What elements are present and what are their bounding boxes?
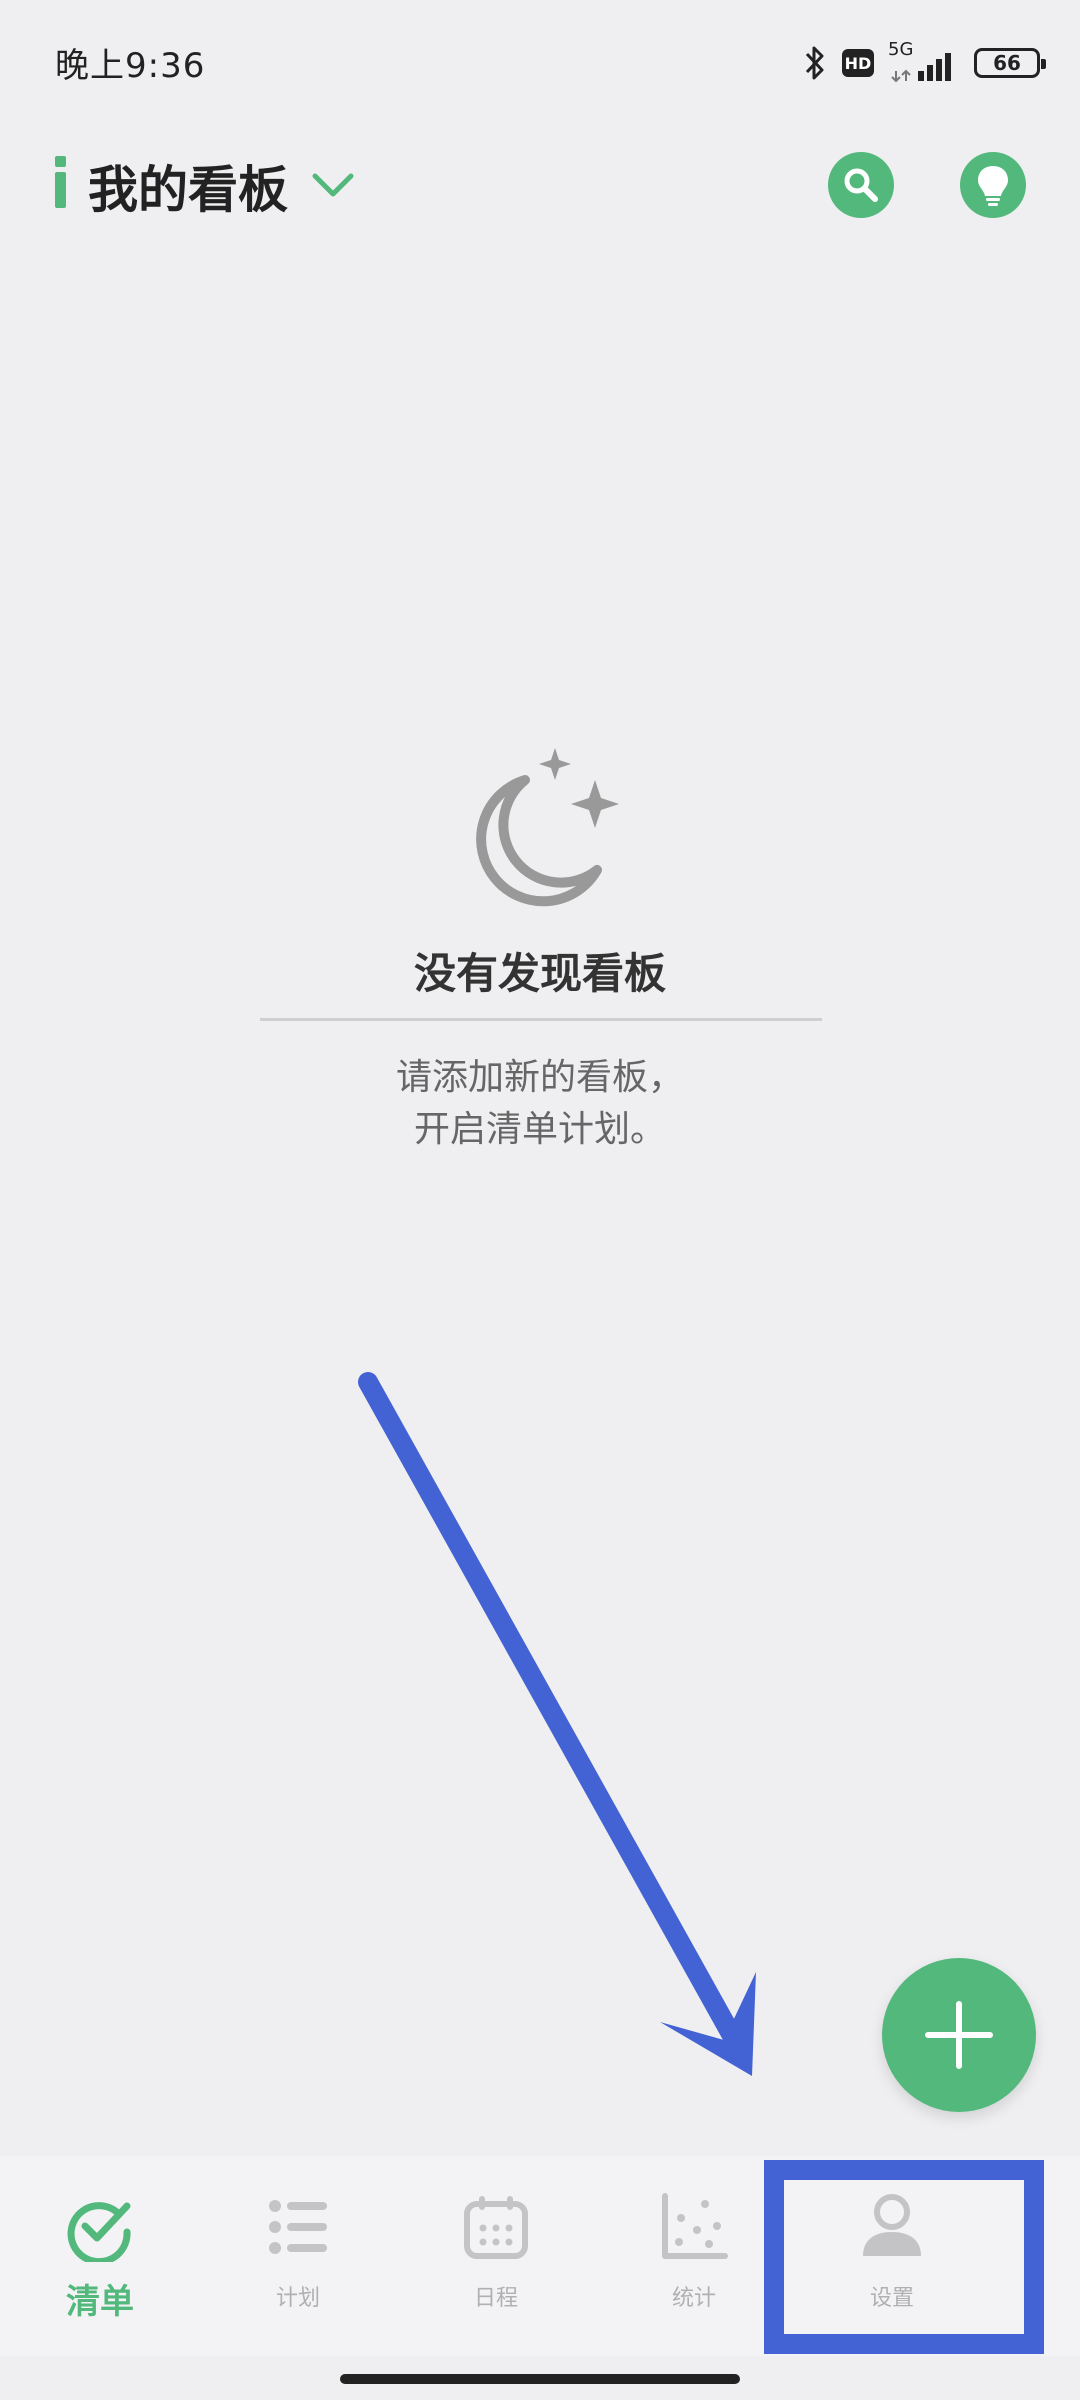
app-header: 我的看板 [0, 140, 1080, 250]
divider [260, 1018, 822, 1021]
battery-icon: 66 [974, 48, 1046, 78]
status-icons: HD 5G 66 [802, 39, 1046, 86]
search-icon [844, 168, 878, 202]
nav-label-checklist: 清单 [66, 2282, 134, 2322]
scatter-chart-icon [662, 2193, 728, 2259]
nav-item-schedule[interactable]: 日程 [396, 2156, 596, 2356]
status-bar: 晚上9:36 HD 5G 66 [0, 0, 1080, 130]
search-button[interactable] [828, 152, 894, 218]
nav-item-checklist[interactable]: 清单 [0, 2156, 200, 2356]
plus-icon [925, 2001, 993, 2069]
chevron-down-icon[interactable] [310, 166, 356, 202]
empty-description-line2: 开启清单计划。 [413, 1109, 666, 1150]
empty-title: 没有发现看板 [413, 949, 666, 998]
battery-level: 66 [993, 51, 1021, 75]
hd-badge: HD [842, 49, 874, 77]
status-time: 晚上9:36 [55, 46, 206, 86]
list-icon [269, 2200, 327, 2254]
bluetooth-icon [805, 46, 824, 80]
nav-item-plan[interactable]: 计划 [198, 2156, 398, 2356]
nav-label-plan: 计划 [275, 2286, 320, 2311]
tips-button[interactable] [960, 152, 1026, 218]
empty-description-line1: 请添加新的看板， [395, 1057, 684, 1098]
nav-label-schedule: 日程 [473, 2286, 518, 2311]
annotation-highlight-box [764, 2160, 1044, 2354]
calendar-icon [464, 2196, 528, 2259]
check-circle-icon [67, 2202, 131, 2262]
info-marker-icon [55, 156, 66, 208]
lightbulb-icon [978, 166, 1008, 206]
board-title[interactable]: 我的看板 [88, 150, 288, 222]
home-indicator[interactable] [340, 2374, 740, 2384]
signal-icon: 5G [888, 39, 960, 85]
add-board-button[interactable] [882, 1958, 1036, 2112]
moon-stars-icon [476, 748, 619, 907]
